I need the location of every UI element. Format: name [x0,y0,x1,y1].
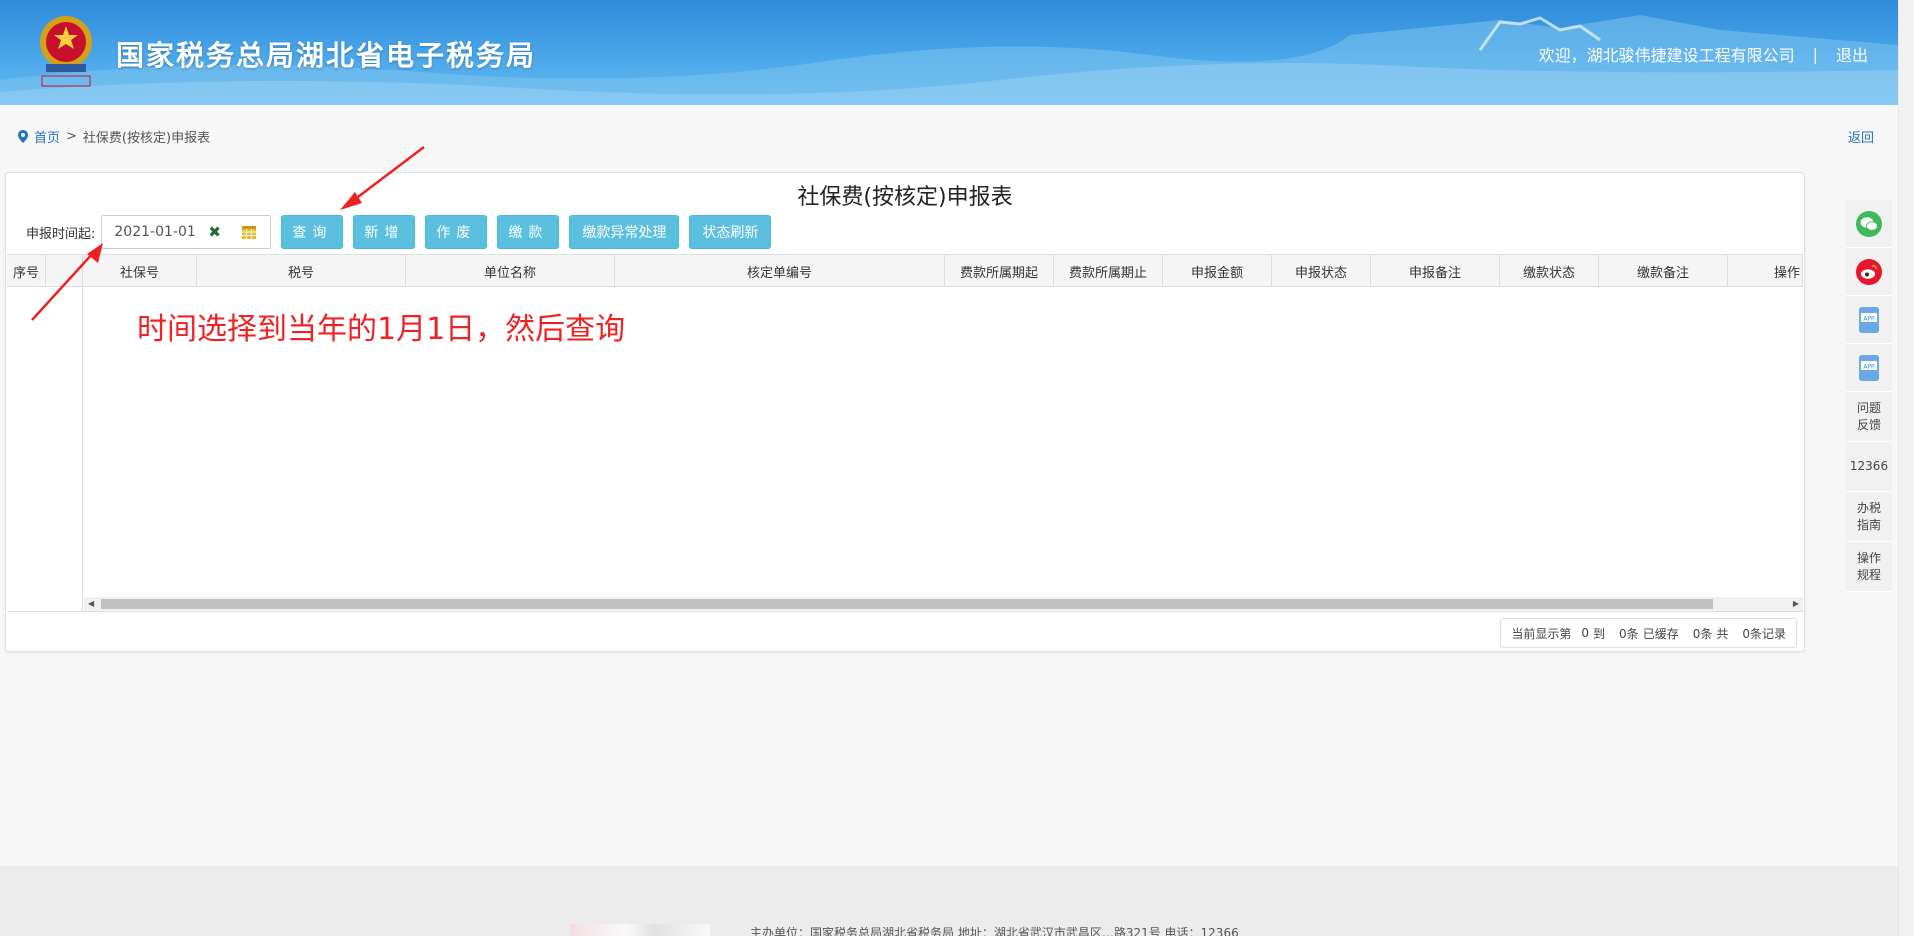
pager-from: 0 [1581,626,1590,640]
back-link[interactable]: 返回 [1848,127,1874,146]
column-header[interactable]: 操作 [1728,255,1803,287]
date-label: 申报时间起: [26,226,96,242]
grid-header: 序号 社保号 税号 单位名称 核定单编号 费款所属期起 费款所属期止 申报金额 … [7,255,1803,287]
scroll-left-icon[interactable]: ◀ [88,599,94,608]
scrollbar-thumb[interactable] [101,599,1713,609]
calendar-icon[interactable] [241,224,257,240]
app-icon-label: APP [1863,315,1875,322]
location-pin-icon [18,130,28,143]
column-header[interactable] [46,255,83,287]
logout-link[interactable]: 退出 [1836,42,1868,66]
column-header[interactable]: 社保号 [83,255,197,287]
pager-text: 已缓存 [1642,626,1679,641]
welcome-text: 欢迎，湖北骏伟捷建设工程有限公司 [1539,42,1795,66]
pager-text: 当前显示第 [1511,626,1572,641]
site-header: 国家税务总局湖北省电子税务局 欢迎，湖北骏伟捷建设工程有限公司 | 退出 [0,0,1898,105]
rules-label: 操作规程 [1856,550,1881,582]
column-header[interactable]: 缴款备注 [1599,255,1728,287]
app-icon: APP [1859,354,1879,381]
clear-icon[interactable]: ✖ [208,223,221,241]
app-icon-label: APP [1863,363,1875,370]
add-button[interactable]: 新增 [353,215,416,249]
breadcrumb-arrow: > [66,129,77,144]
weibo-button[interactable] [1846,248,1892,296]
app-icon: APP [1859,306,1879,333]
breadcrumb: 首页 > 社保费(按核定)申报表 [18,127,210,146]
pager-text: 共 [1716,626,1729,641]
guide-label: 办税指南 [1856,500,1881,532]
pager-to: 0条 [1619,626,1639,641]
column-header[interactable]: 费款所属期起 [945,255,1054,287]
footer-text: 主办单位：国家税务总局湖北省税务局 地址：湖北省武汉市武昌区…路321号 电话：… [750,926,1239,936]
column-header[interactable]: 缴款状态 [1500,255,1599,287]
vertical-scrollbar[interactable] [1898,0,1914,936]
wechat-button[interactable] [1846,200,1892,248]
hotline-button[interactable]: 12366 [1846,442,1892,492]
app-download-button-2[interactable]: APP [1846,344,1892,392]
separator: | [1812,44,1818,64]
status-refresh-button[interactable]: 状态刷新 [689,215,772,249]
site-footer: 主办单位：国家税务总局湖北省税务局 地址：湖北省武汉市武昌区…路321号 电话：… [0,866,1898,936]
column-header[interactable]: 序号 [7,255,46,287]
page-title: 社保费(按核定)申报表 [797,185,1013,210]
scroll-right-icon[interactable]: ▶ [1793,599,1799,608]
rules-button[interactable]: 操作规程 [1846,542,1892,592]
side-toolbar: APP APP 问题反馈 12366 办税指南 操作规程 [1846,200,1892,592]
void-button[interactable]: 作废 [425,215,488,249]
column-header[interactable]: 申报状态 [1272,255,1371,287]
column-header[interactable]: 申报金额 [1163,255,1272,287]
query-button[interactable]: 查询 [281,215,344,249]
column-header[interactable]: 费款所属期止 [1054,255,1163,287]
feedback-button[interactable]: 问题反馈 [1846,392,1892,442]
annotation-text: 时间选择到当年的1月1日，然后查询 [137,312,626,347]
breadcrumb-home-link[interactable]: 首页 [34,127,60,146]
pager-total: 0条记录 [1742,626,1786,641]
site-title: 国家税务总局湖北省电子税务局 [116,39,537,72]
pay-exception-button[interactable]: 缴款异常处理 [569,215,680,249]
hotline-label: 12366 [1849,459,1889,473]
column-header[interactable]: 申报备注 [1371,255,1500,287]
column-header[interactable]: 税号 [197,255,406,287]
horizontal-scrollbar[interactable]: ◀ ▶ [84,597,1803,611]
pay-button[interactable]: 缴款 [497,215,560,249]
pagination-info: 当前显示第 0 到 0条 已缓存 0条 共 0条记录 [1500,618,1797,648]
feedback-label: 问题反馈 [1856,400,1881,432]
weibo-icon [1856,258,1882,285]
grid-frozen-column [7,287,83,611]
user-area: 欢迎，湖北骏伟捷建设工程有限公司 | 退出 [1539,42,1868,66]
pager-cached: 0条 [1692,626,1713,641]
breadcrumb-current: 社保费(按核定)申报表 [82,131,211,146]
tax-emblem-icon [40,16,92,87]
footer-logo [570,924,710,936]
guide-button[interactable]: 办税指南 [1846,492,1892,542]
column-header[interactable]: 核定单编号 [615,255,945,287]
wechat-icon [1856,210,1882,237]
pager-text: 到 [1593,626,1606,641]
column-header[interactable]: 单位名称 [406,255,615,287]
toolbar: 申报时间起: 2021-01-01 ✖ 查询 新增 作废 缴款 缴款异常处理 状… [26,215,772,249]
date-input[interactable]: 2021-01-01 ✖ [101,215,272,249]
welcome-label: 欢迎， [1538,46,1587,65]
app-download-button[interactable]: APP [1846,296,1892,344]
main-panel: 社保费(按核定)申报表 申报时间起: 2021-01-01 ✖ 查询 新增 作废… [5,172,1805,652]
company-name: 湖北骏伟捷建设工程有限公司 [1586,46,1795,65]
date-value: 2021-01-01 [114,224,196,240]
